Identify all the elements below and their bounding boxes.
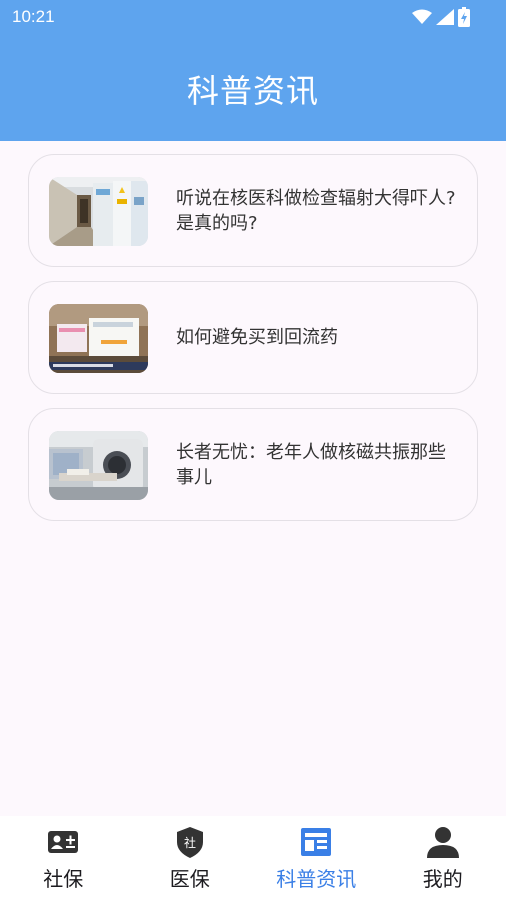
tab-label: 社保 xyxy=(43,867,84,891)
status-icons xyxy=(412,7,470,27)
status-time: 10:21 xyxy=(12,7,55,26)
mri-machine-image xyxy=(49,431,148,500)
hospital-corridor-image xyxy=(49,177,148,246)
article-card[interactable]: 听说在核医科做检查辐射大得吓人?是真的吗? xyxy=(28,154,478,267)
battery-icon xyxy=(458,7,470,27)
status-bar: 10:21 xyxy=(0,0,506,36)
person-icon xyxy=(426,827,459,858)
tab-label: 我的 xyxy=(422,867,463,891)
news-icon xyxy=(301,828,332,856)
id-card-icon xyxy=(48,831,79,853)
tab-medical-insurance[interactable]: 社 医保 xyxy=(127,816,254,900)
page-title: 科普资讯 xyxy=(186,72,319,110)
svg-text:社: 社 xyxy=(184,835,196,850)
article-list: 听说在核医科做检查辐射大得吓人?是真的吗? 如何避免买到回流药 长者无忧：老年人… xyxy=(28,154,478,535)
tab-social-security[interactable]: 社保 xyxy=(0,816,127,900)
tab-mine[interactable]: 我的 xyxy=(380,816,506,900)
tab-label: 科普资讯 xyxy=(276,867,357,891)
article-title: 长者无忧：老年人做核磁共振那些事儿 xyxy=(176,441,446,488)
signal-icon xyxy=(436,9,454,25)
article-title: 听说在核医科做检查辐射大得吓人?是真的吗? xyxy=(176,187,456,234)
tab-science-news[interactable]: 科普资讯 xyxy=(253,816,380,900)
bottom-tab-bar: 社保 社 医保 科普资讯 我的 xyxy=(0,816,506,900)
article-card[interactable]: 如何避免买到回流药 xyxy=(28,281,478,394)
article-card[interactable]: 长者无忧：老年人做核磁共振那些事儿 xyxy=(28,408,478,521)
article-title: 如何避免买到回流药 xyxy=(176,327,338,348)
wifi-icon xyxy=(412,9,432,24)
tab-label: 医保 xyxy=(169,867,210,891)
app-header: 10:21 科普资讯 xyxy=(0,0,506,141)
medicine-box-image xyxy=(49,304,148,373)
shield-icon: 社 xyxy=(176,827,203,858)
